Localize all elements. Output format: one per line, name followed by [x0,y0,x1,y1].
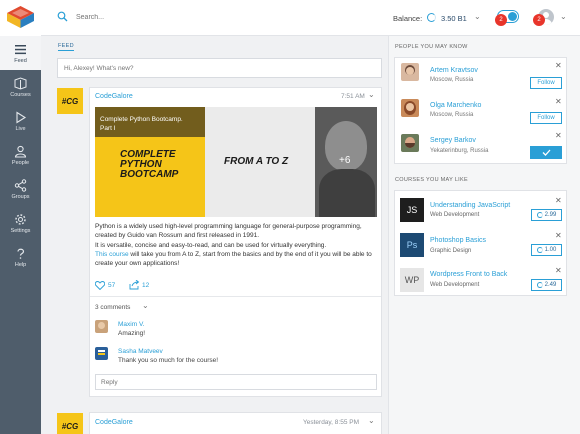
course-thumbnail[interactable]: JS [400,198,424,222]
search-icon[interactable] [57,11,68,24]
courses-title: COURSES YOU MAY LIKE [395,177,468,183]
share-count: 12 [142,282,150,289]
comments-toggle[interactable]: 3 comments [95,304,130,311]
media-middle-text: FROM A TO Z [224,156,289,167]
follow-button[interactable]: Follow [530,112,562,124]
sidebar-item-live[interactable]: Live [0,104,41,138]
share-icon [14,178,27,192]
price-spinner-icon [536,212,543,218]
balance-spinner-icon [427,13,436,22]
media-title-line2: Part I [100,125,116,132]
post-body: Python is a widely used high-level progr… [95,222,377,268]
dismiss-icon[interactable]: ✕ [555,61,562,70]
post-author-avatar[interactable]: #CG [57,88,83,114]
balance-value[interactable]: 3.50 B1 [441,14,467,23]
user-menu-chevron-icon[interactable]: ⌄ [560,12,567,21]
course-category: Web Development [430,282,480,288]
question-icon [17,248,25,259]
price-spinner-icon [536,282,543,288]
sidebar-item-courses[interactable]: Courses [0,70,41,104]
feed-title: FEED [58,43,74,51]
post-author-name[interactable]: CodeGalore [95,419,133,426]
person-location: Moscow, Russia [430,112,474,118]
logo-icon [7,6,34,28]
reply-input[interactable] [95,374,377,390]
comment-author[interactable]: Maxim V. [118,321,145,328]
menu-icon [15,44,26,54]
person-location: Yekaterinburg, Russia [430,148,489,154]
like-count: 57 [108,282,116,289]
course-thumbnail[interactable]: Ps [400,233,424,257]
post-time: Yesterday, 8:55 PM [303,419,360,426]
course-name[interactable]: Wordpress Front to Back [430,271,507,278]
dismiss-icon[interactable]: ✕ [555,196,562,205]
post-text-2: It is versatile, concise and easy-to-rea… [95,241,327,249]
sidebar-item-settings[interactable]: Settings [0,206,41,240]
sidebar: Feed Courses Live People Groups Settings… [0,36,41,434]
balance-label: Balance: [393,14,423,23]
courses-icon [14,76,27,90]
dismiss-icon[interactable]: ✕ [555,131,562,140]
course-price-button[interactable]: 2.99 [531,209,562,221]
app-logo[interactable] [0,0,41,36]
search-input[interactable] [76,10,356,24]
person-icon [14,145,27,158]
media-more-count[interactable]: +6 [339,155,350,166]
post-author-name[interactable]: CodeGalore [95,93,133,100]
dismiss-icon[interactable]: ✕ [555,231,562,240]
post-text-1: Python is a widely used high-level progr… [95,223,362,240]
person-location: Moscow, Russia [430,77,474,83]
person-name[interactable]: Sergey Barkov [430,137,476,144]
sidebar-item-people[interactable]: People [0,138,41,172]
divider [90,296,381,297]
post-menu-chevron-icon[interactable]: ⌄ [368,90,375,99]
comment-avatar[interactable] [95,320,108,333]
sidebar-item-help[interactable]: Help [0,240,41,274]
comment-text: Amazing! [118,330,146,337]
person-name[interactable]: Artem Kravtsov [430,67,478,74]
dismiss-icon[interactable]: ✕ [555,266,562,275]
like-icon[interactable] [94,281,106,292]
course-category: Graphic Design [430,248,472,254]
person-name[interactable]: Olga Marchenko [430,102,481,109]
share-icon[interactable] [129,279,140,292]
course-price-button[interactable]: 2.49 [531,279,562,291]
follow-button[interactable]: Follow [530,77,562,89]
comment-avatar[interactable] [95,347,108,360]
post-time: 7:51 AM [341,93,365,100]
post-text-3: will take you from A to Z, start from th… [95,250,372,268]
messages-badge: 2 [533,14,545,26]
check-icon [542,149,550,156]
post-course-link[interactable]: This course [95,251,129,258]
comment-text: Thank you so much for the course! [118,357,219,364]
people-title: PEOPLE YOU MAY KNOW [395,44,468,50]
course-name[interactable]: Understanding JavaScript [430,202,510,209]
course-price-button[interactable]: 1.00 [531,244,562,256]
post-menu-chevron-icon[interactable]: ⌄ [368,416,375,425]
comments-chevron-icon[interactable]: ⌄ [142,301,149,310]
notifications-badge: 2 [495,14,507,26]
dismiss-icon[interactable]: ✕ [555,97,562,106]
media-title-line1: Complete Python Bootcamp. [100,116,183,123]
person-avatar[interactable] [401,134,419,152]
post-composer-input[interactable] [57,58,382,78]
play-icon [16,111,27,123]
following-button[interactable] [530,146,562,159]
cover-text-line3: BOOTCAMP [120,169,179,180]
sidebar-item-groups[interactable]: Groups [0,172,41,206]
post-author-avatar[interactable]: #CG [57,413,83,434]
sidebar-item-feed[interactable]: Feed [0,36,41,70]
person-avatar[interactable] [401,63,419,81]
course-category: Web Development [430,212,480,218]
person-avatar[interactable] [401,99,419,117]
price-spinner-icon [536,247,543,253]
gear-icon [15,213,26,225]
chevron-down-icon[interactable]: ⌄ [474,12,481,21]
course-name[interactable]: Photoshop Basics [430,237,486,244]
comment-author[interactable]: Sasha Matveev [118,348,163,355]
course-thumbnail[interactable]: WP [400,268,424,292]
